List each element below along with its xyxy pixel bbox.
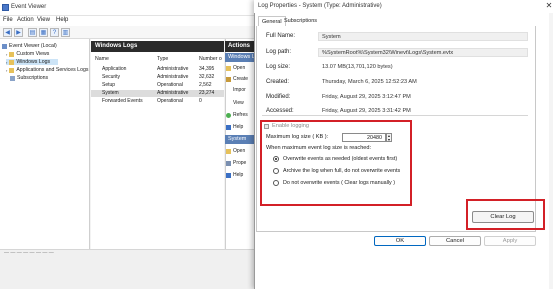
scrollbar[interactable] <box>549 13 553 289</box>
chevron-right-icon: › <box>6 51 8 57</box>
menu-file[interactable]: File <box>3 17 13 23</box>
cancel-button[interactable]: Cancel <box>429 236 481 246</box>
created-value: Thursday, March 6, 2025 12:52:23 AM <box>322 79 417 85</box>
action-label: Impor <box>233 87 246 93</box>
log-size-value: 13.07 MB(13,701,120 bytes) <box>322 64 393 70</box>
row-name: Security <box>102 74 121 80</box>
table-row[interactable]: Setup Operational 2,562 <box>91 82 224 89</box>
highlight-box-clear-log <box>466 199 545 230</box>
menu-view[interactable]: View <box>37 17 50 23</box>
row-number: 34,395 <box>199 66 215 72</box>
import-icon <box>226 88 231 93</box>
refresh-icon <box>226 112 231 118</box>
row-number: 2,562 <box>199 82 212 88</box>
properties-icon <box>226 160 231 166</box>
table-row[interactable]: Application Administrative 34,395 <box>91 66 224 73</box>
tree-item-root[interactable]: Event Viewer (Local) <box>2 43 57 49</box>
action-label: Help <box>233 172 244 178</box>
table-row[interactable]: Forwarded Events Operational 0 <box>91 98 224 105</box>
event-viewer-app-icon <box>2 4 9 11</box>
column-header-number[interactable]: Number o <box>199 56 222 62</box>
help-icon <box>226 124 231 130</box>
view-icon <box>226 101 231 106</box>
modified-value: Friday, August 29, 2025 3:12:47 PM <box>322 94 411 100</box>
table-row[interactable]: Security Administrative 32,632 <box>91 74 224 81</box>
subscriptions-icon <box>10 75 15 81</box>
table-row-selected[interactable]: System Administrative 23,274 <box>91 90 224 97</box>
dialog-title: Log Properties - System (Type: Administr… <box>258 3 382 9</box>
action-label: Help <box>233 124 244 130</box>
column-header-type[interactable]: Type <box>157 56 168 62</box>
column-header-name[interactable]: Name <box>95 56 109 62</box>
tree-item-windows-logs-label: Windows Logs <box>16 59 51 65</box>
column-header-row: Name Type Number o <box>91 56 224 64</box>
action-label: Open <box>233 65 246 71</box>
tree-item-custom-views-label: Custom Views <box>16 51 50 57</box>
tree-item-windows-logs[interactable]: › Windows Logs <box>6 59 58 65</box>
row-number: 32,632 <box>199 74 215 80</box>
row-type: Operational <box>157 98 183 104</box>
menu-action[interactable]: Action <box>17 17 34 23</box>
open-folder-icon <box>226 148 231 154</box>
center-pane-header: Windows Logs <box>91 41 224 52</box>
row-name: Setup <box>102 82 116 88</box>
apply-button[interactable]: Apply <box>484 236 536 246</box>
full-name-value: System <box>322 34 341 40</box>
action-label: Open <box>233 148 246 154</box>
folder-icon <box>9 51 15 57</box>
row-name: Application <box>102 66 127 72</box>
panel-icon[interactable]: ▥ <box>61 28 70 37</box>
chevron-right-icon: › <box>6 67 8 73</box>
action-label: View <box>233 100 244 106</box>
highlight-box-logging-settings <box>260 120 412 206</box>
forward-arrow-icon[interactable]: ▶ <box>14 28 23 37</box>
accessed-value: Friday, August 29, 2025 3:31:42 PM <box>322 108 411 114</box>
modified-label: Modified: <box>266 94 291 100</box>
open-folder-icon <box>226 65 231 71</box>
menu-bar: File Action View Help <box>0 16 258 26</box>
row-name: Forwarded Events <box>102 98 143 104</box>
navigation-tree: Event Viewer (Local) › Custom Views › Wi… <box>0 39 90 249</box>
action-label: Refres <box>233 112 248 118</box>
folder-icon[interactable]: ▤ <box>28 28 37 37</box>
close-icon[interactable]: ✕ <box>543 1 555 11</box>
help-icon[interactable]: ? <box>50 28 59 37</box>
toolbar: ◀ ▶ ▤ ▦ ? ▥ <box>0 26 258 39</box>
event-viewer-icon <box>2 43 7 49</box>
separator <box>262 115 528 116</box>
event-viewer-title: Event Viewer <box>11 4 47 10</box>
tree-item-subscriptions-label: Subscriptions <box>17 75 49 81</box>
menu-help[interactable]: Help <box>56 17 68 23</box>
row-number: 0 <box>199 98 202 104</box>
tree-item-app-services-logs[interactable]: › Applications and Services Logs <box>6 67 88 73</box>
action-label: Prope <box>233 160 247 166</box>
tree-item-custom-views[interactable]: › Custom Views <box>6 51 49 57</box>
tree-item-root-label: Event Viewer (Local) <box>9 43 57 49</box>
row-number: 23,274 <box>199 90 215 96</box>
status-text: — — — — — — — — <box>4 250 54 256</box>
action-label: Create <box>233 76 249 82</box>
row-type: Operational <box>157 82 183 88</box>
tree-item-subscriptions[interactable]: Subscriptions <box>10 75 48 81</box>
folder-icon <box>9 59 15 65</box>
created-label: Created: <box>266 79 290 85</box>
back-arrow-icon[interactable]: ◀ <box>3 28 12 37</box>
properties-icon[interactable]: ▦ <box>39 28 48 37</box>
log-path-value: %SystemRoot%\System32\Winevt\Logs\System… <box>322 50 454 56</box>
accessed-label: Accessed: <box>266 108 294 114</box>
help-icon <box>226 172 231 178</box>
full-name-box <box>318 32 528 41</box>
row-type: Administrative <box>157 74 189 80</box>
chevron-right-icon: › <box>6 59 8 65</box>
folder-icon <box>9 67 15 73</box>
filter-icon <box>226 76 231 82</box>
tree-item-app-services-logs-label: Applications and Services Logs <box>16 67 89 73</box>
full-name-label: Full Name: <box>266 33 296 39</box>
row-type: Administrative <box>157 66 189 72</box>
row-type: Administrative <box>157 90 189 96</box>
log-path-label: Log path: <box>266 49 292 55</box>
row-name: System <box>102 90 119 96</box>
log-size-label: Log size: <box>266 64 291 70</box>
ok-button[interactable]: OK <box>374 236 426 246</box>
